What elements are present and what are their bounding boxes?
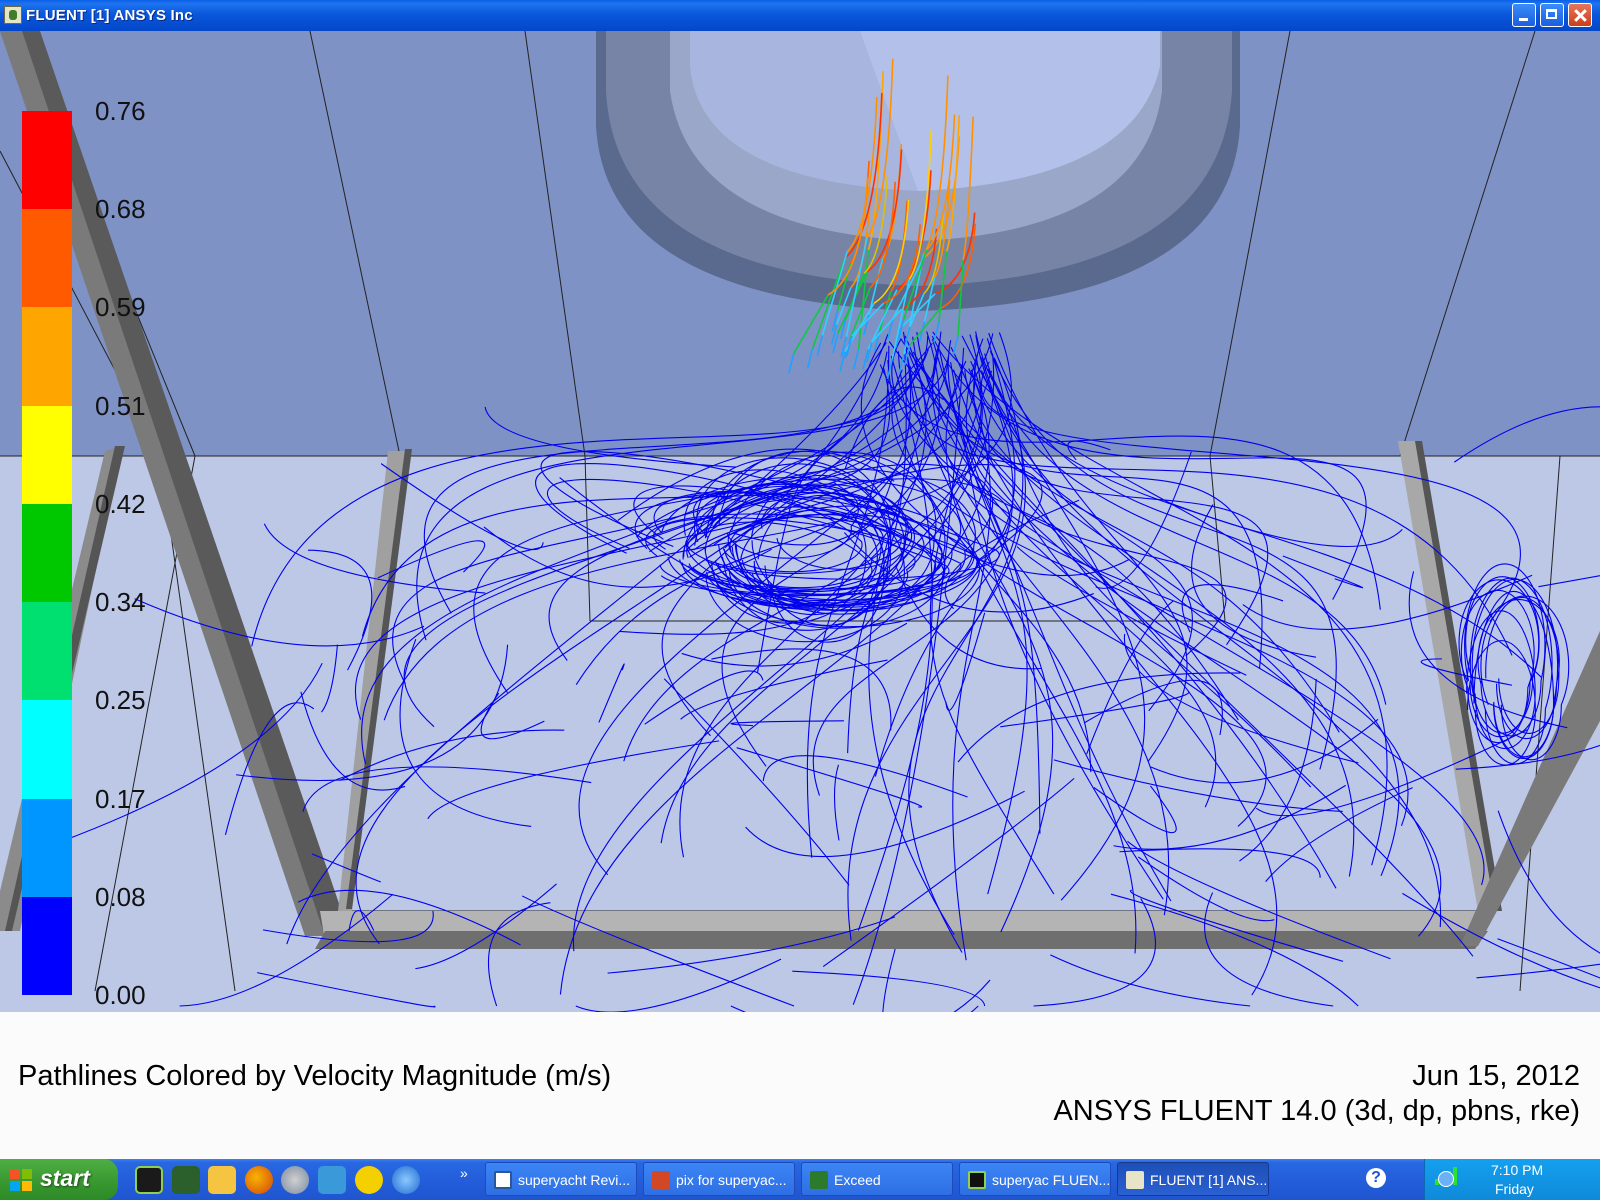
clock-time[interactable]: 7:10 PM [1491, 1162, 1543, 1178]
windows-logo-icon [10, 1169, 32, 1191]
acrobat-launch-icon[interactable] [355, 1166, 383, 1194]
colormap-legend [22, 111, 72, 996]
maximize-button[interactable] [1540, 3, 1564, 27]
plot-title: Pathlines Colored by Velocity Magnitude … [18, 1060, 612, 1092]
tray-expand-icon[interactable] [1438, 1171, 1454, 1187]
folder-launch-icon[interactable] [208, 1166, 236, 1194]
legend-color-cell [22, 405, 72, 505]
close-button[interactable] [1568, 3, 1592, 27]
task-exceed[interactable]: Exceed [801, 1162, 953, 1196]
legend-tick-label: 0.17 [95, 783, 146, 814]
legend-tick-label: 0.76 [95, 96, 146, 126]
gnome-launch-icon[interactable] [172, 1166, 200, 1194]
caption-band: Pathlines Colored by Velocity Magnitude … [0, 1012, 1600, 1159]
task-word-doc[interactable]: superyacht Revi... [485, 1162, 637, 1196]
cfd-scene [0, 31, 1600, 1012]
legend-tick-label: 0.00 [95, 980, 146, 1010]
word-doc-icon [494, 1171, 512, 1189]
graphics-viewport[interactable]: 0.76 0.68 0.59 0.51 0.42 0.34 0.25 0.17 0.08 0.00 [0, 31, 1600, 1012]
powerpoint-icon [652, 1171, 670, 1189]
legend-tick-label: 0.68 [95, 194, 146, 225]
exceed-launch-icon[interactable] [135, 1166, 163, 1194]
legend-tick-label: 0.59 [95, 292, 146, 323]
task-superyac-fluent[interactable]: superyac FLUEN... [959, 1162, 1111, 1196]
legend-tick-label: 0.08 [95, 881, 146, 912]
title-bar: FLUENT [1] ANSYS Inc [0, 0, 1600, 31]
legend-tick-label: 0.51 [95, 390, 146, 421]
ie-launch-icon[interactable] [392, 1166, 420, 1194]
quicklaunch-overflow[interactable]: » [460, 1165, 468, 1181]
legend-tick-label: 0.34 [95, 587, 146, 618]
app-launch-icon[interactable] [318, 1166, 346, 1194]
legend-color-cell [22, 602, 72, 701]
solver-version: ANSYS FLUENT 14.0 (3d, dp, pbns, rke) [1053, 1095, 1580, 1127]
help-icon[interactable]: ? [1366, 1168, 1386, 1188]
legend-tick-label: 0.25 [95, 685, 146, 716]
legend-color-cell [22, 307, 72, 407]
start-label: start [40, 1165, 90, 1191]
firefox-launch-icon[interactable] [245, 1166, 273, 1194]
exceed-icon [810, 1171, 828, 1189]
mail-launch-icon[interactable] [281, 1166, 309, 1194]
taskbar: start » superyacht Revi... pix for super… [0, 1159, 1600, 1200]
legend-color-cell [22, 503, 72, 603]
fluent-icon [968, 1171, 986, 1189]
legend-color-cell [22, 700, 72, 800]
task-powerpoint[interactable]: pix for superyac... [643, 1162, 795, 1196]
legend-color-cell [22, 896, 72, 996]
window-title: FLUENT [1] ANSYS Inc [26, 7, 193, 24]
task-fluent-window[interactable]: FLUENT [1] ANS... [1117, 1162, 1269, 1196]
minimize-button[interactable] [1512, 3, 1536, 27]
clock-day: Friday [1495, 1181, 1534, 1197]
legend-color-cell [22, 798, 72, 898]
plot-date: Jun 15, 2012 [1412, 1060, 1580, 1092]
start-button[interactable]: start [0, 1159, 118, 1200]
legend-color-cell [22, 209, 72, 308]
legend-color-cell [22, 111, 72, 210]
legend-tick-label: 0.42 [95, 488, 146, 519]
fluent-window-icon [1126, 1171, 1144, 1189]
fluent-app-icon[interactable] [4, 6, 22, 24]
